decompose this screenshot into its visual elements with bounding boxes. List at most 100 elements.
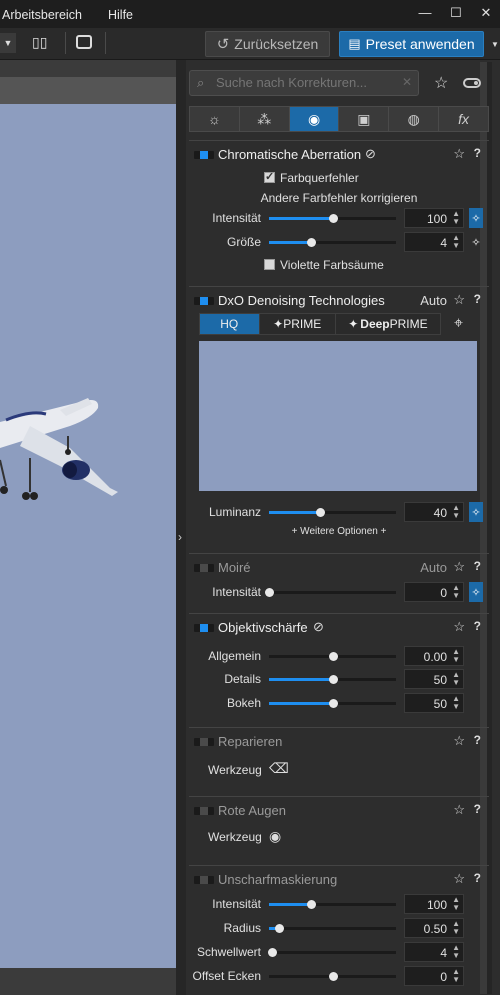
purple-fringe-checkbox[interactable] — [264, 259, 275, 270]
photo-image[interactable] — [0, 104, 176, 968]
tab-detail-icon[interactable]: ◉ — [289, 107, 340, 131]
spinner-icon[interactable]: ▲ ▼ — [452, 584, 460, 600]
section-toggle[interactable] — [194, 297, 214, 305]
slider-knob[interactable] — [328, 214, 338, 223]
moire-slider[interactable] — [265, 588, 396, 597]
slider-knob[interactable] — [328, 675, 338, 684]
help-icon[interactable]: ? — [474, 559, 481, 573]
intensity-slider[interactable] — [269, 214, 396, 223]
value-field[interactable]: 100 ▲ ▼ — [404, 208, 464, 228]
section-header[interactable]: Unscharfmaskierung ☆ ? — [189, 870, 489, 890]
details-slider[interactable] — [269, 675, 396, 684]
spinner-icon[interactable]: ▲ ▼ — [452, 671, 460, 687]
chevron-right-icon[interactable]: › — [178, 530, 182, 544]
auto-wand-icon[interactable]: ✧ — [469, 232, 483, 252]
value-field[interactable]: 0 ▲ ▼ — [404, 966, 464, 986]
tab-hq[interactable]: HQ — [200, 314, 260, 334]
reset-button[interactable]: ↺ Zurücksetzen — [205, 31, 330, 57]
favorites-star-icon[interactable]: ☆ — [434, 73, 448, 93]
tab-light-icon[interactable]: ☼ — [190, 107, 240, 131]
toggle-switch-icon[interactable] — [463, 78, 481, 88]
section-header[interactable]: Moiré Auto ☆ ? — [189, 558, 489, 578]
tab-prime[interactable]: ✦PRIME — [259, 314, 336, 334]
section-toggle[interactable] — [194, 564, 214, 572]
section-header[interactable]: Reparieren ☆ ? — [189, 732, 489, 752]
tab-deepprime[interactable]: ✦ Deep PRIME — [335, 314, 440, 334]
value-field[interactable]: 0 ▲ ▼ — [404, 582, 464, 602]
section-header[interactable]: Rote Augen ☆ ? — [189, 801, 489, 821]
spinner-icon[interactable]: ▲ ▼ — [452, 648, 460, 664]
close-window-button[interactable]: ✕ — [477, 5, 495, 21]
help-icon[interactable]: ? — [474, 292, 481, 306]
star-icon[interactable]: ☆ — [453, 619, 465, 635]
eye-hidden-icon[interactable]: ⊘ — [313, 619, 324, 635]
more-options-link[interactable]: + Weitere Optionen + — [189, 526, 489, 537]
tab-effects-icon[interactable]: fx — [439, 107, 488, 131]
apply-preset-button[interactable]: ▤ Preset anwenden — [339, 31, 484, 57]
spinner-icon[interactable]: ▲ ▼ — [452, 920, 460, 936]
value-field[interactable]: 0.50 ▲ ▼ — [404, 918, 464, 938]
size-slider[interactable] — [269, 238, 396, 247]
crosshair-icon[interactable]: ⌖ — [454, 315, 463, 333]
eye-icon[interactable]: ◉ — [269, 828, 281, 845]
threshold-slider[interactable] — [267, 948, 396, 957]
star-icon[interactable]: ☆ — [453, 871, 465, 887]
spinner-icon[interactable]: ▲ ▼ — [452, 695, 460, 711]
compare-view-icon[interactable]: ▯▯ — [32, 34, 47, 51]
eye-hidden-icon[interactable]: ⊘ — [365, 146, 376, 162]
help-icon[interactable]: ? — [474, 802, 481, 816]
spinner-icon[interactable]: ▲ ▼ — [452, 896, 460, 912]
menu-arbeitsbereich[interactable]: Arbeitsbereich — [2, 8, 82, 22]
spinner-icon[interactable]: ▲ ▼ — [452, 944, 460, 960]
lateral-ca-checkbox[interactable] — [264, 170, 275, 183]
star-icon[interactable]: ☆ — [453, 559, 465, 575]
slider-knob[interactable] — [267, 948, 277, 957]
auto-label[interactable]: Auto — [420, 560, 447, 575]
value-field[interactable]: 4 ▲ ▼ — [404, 942, 464, 962]
section-header[interactable]: DxO Denoising Technologies Auto ☆ ? — [189, 291, 489, 311]
slider-knob[interactable] — [265, 588, 274, 597]
spinner-icon[interactable]: ▲ ▼ — [452, 210, 460, 226]
bokeh-slider[interactable] — [269, 699, 396, 708]
maximize-button[interactable]: ☐ — [447, 5, 465, 21]
search-box[interactable]: ⌕ ✕ — [189, 70, 419, 96]
auto-label[interactable]: Auto — [420, 293, 447, 308]
section-toggle[interactable] — [194, 876, 214, 884]
minimize-button[interactable]: — — [416, 5, 434, 20]
spinner-icon[interactable]: ▲ ▼ — [452, 968, 460, 984]
value-field[interactable]: 40 ▲ ▼ — [404, 502, 464, 522]
slider-knob[interactable] — [328, 699, 338, 708]
tab-local-adjust-icon[interactable]: ◍ — [389, 107, 440, 131]
spinner-icon[interactable]: ▲ ▼ — [452, 504, 460, 520]
panel-collapse-bar[interactable]: › — [176, 60, 186, 995]
star-icon[interactable]: ☆ — [453, 802, 465, 818]
search-input[interactable] — [216, 75, 396, 90]
clear-search-icon[interactable]: ✕ — [402, 75, 412, 89]
intensity-slider[interactable] — [269, 900, 396, 909]
value-field[interactable]: 4 ▲ ▼ — [404, 232, 464, 252]
section-toggle[interactable] — [194, 807, 214, 815]
auto-wand-icon[interactable]: ✧ — [469, 208, 483, 228]
radius-slider[interactable] — [269, 924, 396, 933]
slider-knob[interactable] — [328, 652, 338, 661]
slider-knob[interactable] — [306, 238, 316, 247]
slider-knob[interactable] — [306, 900, 316, 909]
value-field[interactable]: 50 ▲ ▼ — [404, 669, 464, 689]
eraser-icon[interactable]: ⌫ — [269, 760, 289, 777]
menu-hilfe[interactable]: Hilfe — [108, 8, 133, 22]
help-icon[interactable]: ? — [474, 733, 481, 747]
slider-knob[interactable] — [275, 924, 285, 933]
section-header[interactable]: Chromatische Aberration ⊘ ☆ ? — [189, 145, 489, 165]
slider-knob[interactable] — [315, 508, 325, 517]
luminance-slider[interactable] — [269, 508, 396, 517]
help-icon[interactable]: ? — [474, 146, 481, 160]
value-field[interactable]: 50 ▲ ▼ — [404, 693, 464, 713]
section-toggle[interactable] — [194, 151, 214, 159]
star-icon[interactable]: ☆ — [453, 292, 465, 308]
general-slider[interactable] — [269, 652, 396, 661]
spinner-icon[interactable]: ▲ ▼ — [452, 234, 460, 250]
auto-wand-icon[interactable]: ✧ — [469, 502, 483, 522]
corner-offset-slider[interactable] — [269, 972, 396, 981]
slider-knob[interactable] — [328, 972, 338, 981]
star-icon[interactable]: ☆ — [453, 146, 465, 162]
